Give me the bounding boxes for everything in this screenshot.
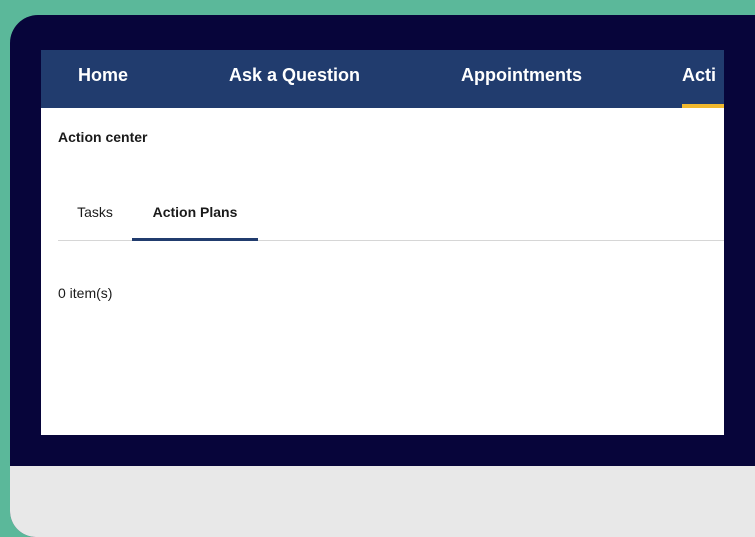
nav-action-center[interactable]: Acti [682,50,724,108]
device-chin [10,466,755,537]
item-count: 0 item(s) [58,285,113,301]
nav-appointments[interactable]: Appointments [461,50,582,108]
tab-action-plans[interactable]: Action Plans [132,190,258,241]
top-navigation: Home Ask a Question Appointments Acti [41,50,724,108]
page-title: Action center [58,129,148,145]
nav-home[interactable]: Home [78,50,128,108]
tab-tasks[interactable]: Tasks [58,190,132,240]
device-frame: Home Ask a Question Appointments Acti Ac… [10,15,755,537]
nav-ask-a-question[interactable]: Ask a Question [229,50,360,108]
app-screen: Home Ask a Question Appointments Acti Ac… [41,50,724,435]
tab-bar: Tasks Action Plans [58,190,724,241]
